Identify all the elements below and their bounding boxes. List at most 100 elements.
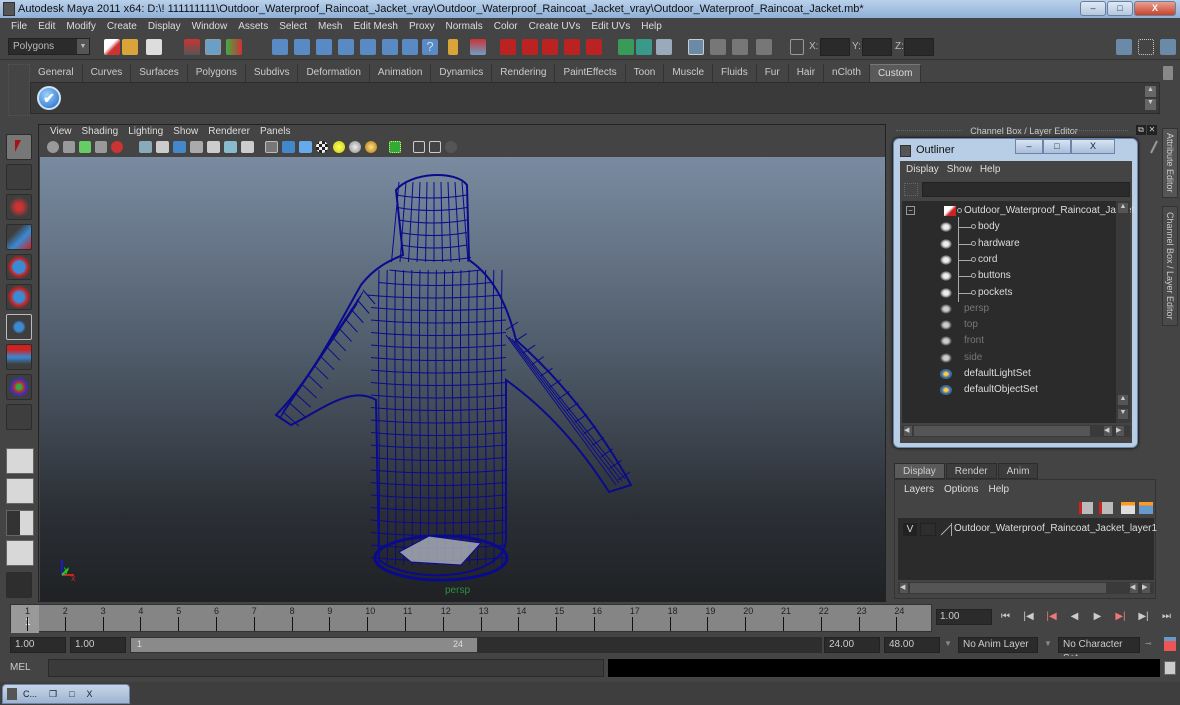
outliner-menu-display[interactable]: Display [904, 163, 945, 177]
play-forwards-icon[interactable]: ▶ [1088, 609, 1107, 625]
outliner-maximize-button[interactable]: □ [1043, 139, 1071, 154]
outliner-close-button[interactable]: X [1071, 139, 1115, 154]
outliner-menu-show[interactable]: Show [945, 163, 978, 177]
playback-start-field[interactable]: 1.00 [70, 637, 126, 653]
shelf-scroll-down-icon[interactable]: ▼ [1145, 99, 1156, 110]
outliner-minimize-button[interactable]: – [1015, 139, 1043, 154]
select-by-hierarchy-icon[interactable] [184, 39, 200, 55]
range-slider[interactable]: 1 24 [130, 637, 478, 653]
menu-window[interactable]: Window [187, 21, 234, 32]
menu-edit-mesh[interactable]: Edit Mesh [348, 21, 403, 32]
bookmarks-icon[interactable] [79, 141, 91, 153]
layer-playback-toggle[interactable] [920, 523, 936, 536]
shadows-icon[interactable] [365, 141, 377, 153]
select-surfaces-icon[interactable] [338, 39, 354, 55]
shelf-tab-dynamics[interactable]: Dynamics [431, 64, 493, 82]
camera-select-icon[interactable] [47, 141, 59, 153]
shelf-tab-general[interactable]: General [30, 64, 83, 82]
scroll-left-icon[interactable]: ◀ [1130, 583, 1138, 593]
soft-modification-icon[interactable] [6, 344, 32, 370]
viewport-menu-panels[interactable]: Panels [255, 125, 296, 139]
menu-set-dropdown[interactable]: Polygons ▼ [8, 38, 90, 55]
animation-start-field[interactable]: 1.00 [10, 637, 66, 653]
tool-settings-toggle-icon[interactable] [1138, 39, 1154, 55]
script-editor-icon[interactable] [1164, 661, 1176, 675]
minimized-maximize-button[interactable]: □ [63, 689, 80, 699]
dock-grip[interactable] [1068, 130, 1128, 132]
x-input[interactable] [820, 38, 850, 56]
paint-select-tool-icon[interactable] [6, 194, 32, 220]
shelf-tab-hair[interactable]: Hair [788, 64, 825, 82]
single-perspective-layout-icon[interactable] [6, 448, 34, 474]
current-time-field[interactable]: 1.00 [936, 609, 992, 625]
scroll-left-icon[interactable]: ◀ [900, 583, 908, 593]
shelf-tab-ncloth[interactable]: nCloth [824, 64, 870, 82]
construction-history-icon[interactable] [656, 39, 672, 55]
wireframe-icon[interactable] [265, 141, 278, 153]
scroll-left-icon[interactable]: ◀ [904, 426, 912, 436]
go-to-start-icon[interactable]: ⏮ [996, 609, 1015, 625]
open-scene-icon[interactable] [122, 39, 138, 55]
shelf-menu-handle[interactable] [8, 64, 30, 116]
menu-help[interactable]: Help [636, 21, 668, 32]
transform-input-icon[interactable] [790, 39, 804, 55]
step-back-frame-icon[interactable]: |◀ [1019, 609, 1038, 625]
layer-tab-anim[interactable]: Anim [997, 463, 1039, 479]
lock-icon[interactable] [448, 39, 458, 55]
minimized-restore-button[interactable]: ❐ [43, 689, 63, 700]
key-icon[interactable]: ⊸ [1145, 639, 1152, 648]
menu-assets[interactable]: Assets [233, 21, 274, 32]
snap-grid-icon[interactable] [500, 39, 516, 55]
shelf-tab-animation[interactable]: Animation [369, 64, 432, 82]
2d-pan-zoom-icon[interactable] [111, 141, 123, 153]
menu-file[interactable]: File [6, 21, 33, 32]
persp-graph-layout-icon[interactable] [6, 540, 34, 566]
menu-display[interactable]: Display [143, 21, 187, 32]
layer-color-swatch[interactable] [940, 523, 952, 536]
menu-color[interactable]: Color [489, 21, 524, 32]
shelf-tab-polygons[interactable]: Polygons [187, 64, 246, 82]
layer-menu-options[interactable]: Options [939, 484, 983, 495]
select-rendering-icon[interactable] [402, 39, 418, 55]
shelf-tab-rendering[interactable]: Rendering [492, 64, 556, 82]
anim-layer-chevron-icon[interactable]: ▼ [944, 639, 952, 648]
menu-proxy[interactable]: Proxy [404, 21, 441, 32]
field-chart-icon[interactable] [207, 141, 220, 153]
play-backwards-icon[interactable]: ◀ [1065, 609, 1084, 625]
select-deformations-icon[interactable] [360, 39, 376, 55]
select-joints-icon[interactable] [294, 39, 310, 55]
float-panel-icon[interactable]: ⧉ [1136, 125, 1146, 135]
collapse-toggle-icon[interactable]: − [906, 206, 915, 215]
wireframe-on-shaded-icon[interactable] [299, 141, 312, 153]
animation-preferences-icon[interactable] [1164, 637, 1176, 651]
universal-manipulator-icon[interactable] [6, 314, 32, 340]
scale-tool-icon[interactable] [6, 284, 32, 310]
scroll-right-icon[interactable]: ▶ [1142, 583, 1150, 593]
z-input[interactable] [904, 38, 934, 56]
minimized-close-button[interactable]: X [81, 689, 99, 699]
layer-add-icon[interactable] [1121, 502, 1135, 514]
layer-visibility-toggle[interactable]: V [903, 523, 917, 536]
input-ops-icon[interactable] [618, 39, 634, 55]
resolution-gate-icon[interactable] [173, 141, 186, 153]
snap-view-plane-icon[interactable] [564, 39, 580, 55]
scroll-up-icon[interactable]: ▲ [1118, 203, 1128, 213]
shelf-scroll-up-icon[interactable]: ▲ [1145, 86, 1156, 97]
new-scene-icon[interactable] [104, 39, 120, 55]
default-lighting-icon[interactable] [333, 141, 345, 153]
menu-edit-uvs[interactable]: Edit UVs [586, 21, 636, 32]
safe-action-icon[interactable] [224, 141, 237, 153]
save-scene-icon[interactable] [146, 39, 162, 55]
xray-joints-icon[interactable] [445, 141, 457, 153]
attribute-editor-side-tab[interactable]: Attribute Editor [1162, 128, 1178, 198]
highlight-selection-icon[interactable] [470, 39, 486, 55]
outliner-vertical-scrollbar[interactable]: ▲ ▲ ▼ [1116, 201, 1130, 423]
dock-grip[interactable] [896, 130, 962, 132]
grid-icon[interactable] [139, 141, 152, 153]
shelf-tab-custom[interactable]: Custom [869, 64, 922, 82]
menu-normals[interactable]: Normals [441, 21, 489, 32]
scroll-thumb[interactable] [910, 583, 1106, 593]
shelf-tab-fluids[interactable]: Fluids [713, 64, 757, 82]
channel-box-side-tab[interactable]: Channel Box / Layer Editor [1162, 206, 1178, 326]
lasso-tool-icon[interactable] [6, 164, 32, 190]
